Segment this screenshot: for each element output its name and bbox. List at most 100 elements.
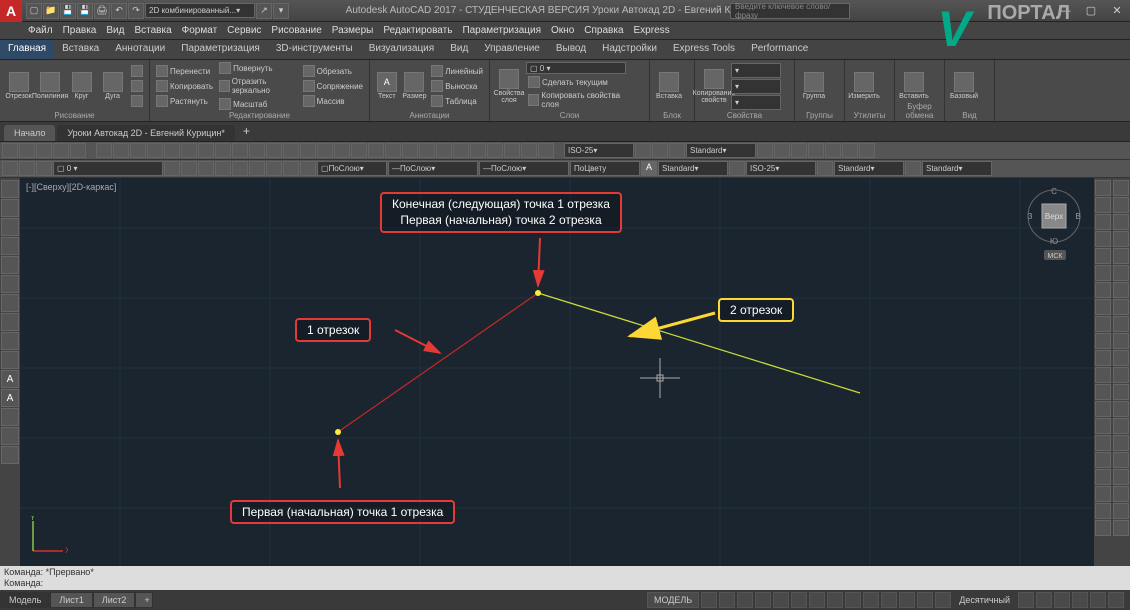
close-button[interactable]: ✕	[1104, 1, 1130, 21]
ribbon-tab-annotate[interactable]: Аннотации	[107, 40, 173, 59]
match-props-button[interactable]: Копирование свойств	[699, 62, 729, 110]
tool-icon[interactable]	[181, 143, 197, 158]
ribbon-tab-visualize[interactable]: Визуализация	[361, 40, 442, 59]
palette-icon[interactable]	[1113, 214, 1129, 230]
status-icon[interactable]	[845, 592, 861, 608]
tool-icon[interactable]	[652, 143, 668, 158]
status-icon[interactable]	[863, 592, 879, 608]
palette-icon[interactable]	[1113, 316, 1129, 332]
tool-icon[interactable]	[669, 143, 685, 158]
status-icon[interactable]	[1054, 592, 1070, 608]
menu-help[interactable]: Справка	[584, 25, 623, 36]
tool-icon[interactable]	[96, 143, 112, 158]
doc-tab-start[interactable]: Начало	[4, 125, 55, 141]
search-input[interactable]: Введите ключевое слово/фразу	[730, 3, 850, 19]
tool-icon[interactable]	[300, 161, 316, 176]
tool-icon[interactable]	[402, 143, 418, 158]
block-insert-button[interactable]: Вставка	[654, 62, 684, 110]
status-icon[interactable]	[1090, 592, 1106, 608]
palette-icon[interactable]	[1113, 282, 1129, 298]
model-space-button[interactable]: МОДЕЛЬ	[647, 592, 699, 608]
dimstyle-dropdown[interactable]: ISO-25 ▾	[564, 143, 634, 158]
palette-icon[interactable]	[1, 218, 19, 236]
tool-icon[interactable]	[538, 143, 554, 158]
layout-tab-add[interactable]: +	[135, 592, 153, 608]
tool-icon[interactable]	[215, 143, 231, 158]
palette-icon[interactable]	[1095, 282, 1111, 298]
tool-icon[interactable]	[635, 143, 651, 158]
palette-icon[interactable]	[1113, 469, 1129, 485]
palette-icon[interactable]	[1113, 384, 1129, 400]
tool-icon[interactable]	[817, 161, 833, 176]
color-dropdown[interactable]: ▾	[731, 63, 781, 78]
palette-icon[interactable]	[1095, 418, 1111, 434]
ribbon-tab-insert[interactable]: Вставка	[54, 40, 107, 59]
layout-tab-1[interactable]: Лист1	[50, 592, 93, 608]
group-button[interactable]: Группа	[799, 62, 829, 110]
tool-icon[interactable]	[791, 143, 807, 158]
tool-icon[interactable]	[521, 143, 537, 158]
palette-icon[interactable]	[1, 332, 19, 350]
palette-icon[interactable]	[1095, 367, 1111, 383]
status-icon[interactable]	[719, 592, 735, 608]
table-button[interactable]: Таблица	[429, 94, 485, 108]
ribbon-tab-addins[interactable]: Надстройки	[594, 40, 665, 59]
scale-button[interactable]: Масштаб	[217, 97, 299, 111]
stretch-button[interactable]: Растянуть	[154, 94, 215, 108]
viewcube[interactable]: Верх С Ю В З МСК	[1024, 186, 1084, 246]
status-icon[interactable]	[737, 592, 753, 608]
menu-parametric[interactable]: Параметризация	[462, 25, 541, 36]
palette-icon[interactable]	[1095, 316, 1111, 332]
palette-icon[interactable]	[1113, 197, 1129, 213]
ribbon-tab-parametric[interactable]: Параметризация	[173, 40, 268, 59]
palette-icon[interactable]	[1095, 197, 1111, 213]
menu-insert[interactable]: Вставка	[134, 25, 171, 36]
circle-button[interactable]: Круг	[67, 62, 96, 110]
draw-extra-3[interactable]	[129, 94, 145, 108]
palette-icon[interactable]	[1095, 265, 1111, 281]
tool-icon[interactable]	[385, 143, 401, 158]
mirror-button[interactable]: Отразить зеркально	[217, 76, 299, 96]
tool-icon[interactable]	[19, 143, 35, 158]
palette-icon[interactable]	[1095, 231, 1111, 247]
tool-icon[interactable]	[419, 143, 435, 158]
layer-props-button[interactable]: Свойства слоя	[494, 62, 524, 110]
status-icon[interactable]	[935, 592, 951, 608]
palette-icon[interactable]	[1113, 350, 1129, 366]
array-button[interactable]: Массив	[301, 94, 365, 108]
qat-print-icon[interactable]: 🖨	[94, 3, 110, 19]
plotstyle-toolbar-dropdown[interactable]: ПоЦвету	[570, 161, 640, 176]
tool-icon[interactable]	[266, 143, 282, 158]
palette-icon[interactable]	[1095, 401, 1111, 417]
menu-edit[interactable]: Правка	[63, 25, 97, 36]
autocad-logo[interactable]: A	[0, 0, 22, 22]
qat-open-icon[interactable]: 📁	[43, 3, 59, 19]
tool-icon[interactable]	[453, 143, 469, 158]
tool-icon[interactable]	[232, 161, 248, 176]
trim-button[interactable]: Обрезать	[301, 64, 365, 78]
tool-icon[interactable]	[249, 161, 265, 176]
mleaderstyle-dropdown[interactable]: Standard ▾	[922, 161, 992, 176]
status-icon[interactable]	[827, 592, 843, 608]
dimstyle2-dropdown[interactable]: ISO-25 ▾	[746, 161, 816, 176]
leader-button[interactable]: Выноска	[429, 79, 485, 93]
palette-icon[interactable]	[1, 408, 19, 426]
status-icon[interactable]	[899, 592, 915, 608]
status-icon[interactable]	[1018, 592, 1034, 608]
tool-icon[interactable]	[147, 143, 163, 158]
tool-icon[interactable]	[164, 161, 180, 176]
tool-icon[interactable]	[283, 161, 299, 176]
move-button[interactable]: Перенести	[154, 64, 215, 78]
palette-icon[interactable]	[1, 351, 19, 369]
text-palette-icon[interactable]: A	[1, 389, 19, 407]
palette-icon[interactable]	[1095, 384, 1111, 400]
fillet-button[interactable]: Сопряжение	[301, 79, 365, 93]
textstyle-dropdown[interactable]: Standard ▾	[686, 143, 756, 158]
tool-icon[interactable]	[198, 143, 214, 158]
tool-icon[interactable]	[36, 143, 52, 158]
palette-icon[interactable]	[1, 446, 19, 464]
tool-icon[interactable]	[53, 143, 69, 158]
doc-tab-active[interactable]: Уроки Автокад 2D - Евгений Курицин*	[57, 125, 235, 141]
viewport-label[interactable]: [-][Сверху][2D-каркас]	[26, 182, 116, 192]
tool-icon[interactable]	[757, 143, 773, 158]
